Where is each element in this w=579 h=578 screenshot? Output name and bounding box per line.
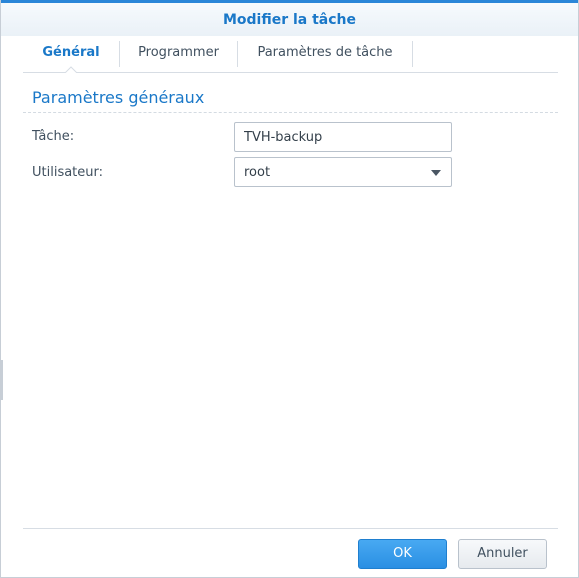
tab-schedule[interactable]: Programmer	[120, 38, 237, 68]
cancel-button[interactable]: Annuler	[458, 539, 547, 569]
dialog-title: Modifier la tâche	[222, 12, 357, 28]
task-name-input[interactable]	[234, 122, 452, 152]
resize-handle[interactable]	[1, 360, 3, 400]
tab-separator	[412, 41, 413, 67]
chevron-down-icon[interactable]	[431, 170, 441, 176]
tab-bar: Général Programmer Paramètres de tâche	[23, 38, 558, 73]
ok-button[interactable]: OK	[358, 539, 447, 569]
user-select[interactable]: root	[234, 157, 452, 187]
tab-task-settings[interactable]: Paramètres de tâche	[238, 38, 412, 68]
tab-general[interactable]: Général	[23, 38, 119, 68]
user-select-value: root	[244, 165, 271, 180]
section-title: Paramètres généraux	[32, 88, 205, 107]
task-label: Tâche:	[32, 129, 75, 144]
user-label: Utilisateur:	[32, 165, 104, 180]
title-bar[interactable]: Modifier la tâche	[1, 0, 578, 36]
section-divider	[23, 112, 558, 113]
edit-task-dialog: Modifier la tâche Général Programmer Par…	[0, 0, 579, 578]
footer-divider	[23, 528, 558, 529]
active-tab-pointer-icon	[65, 66, 77, 73]
